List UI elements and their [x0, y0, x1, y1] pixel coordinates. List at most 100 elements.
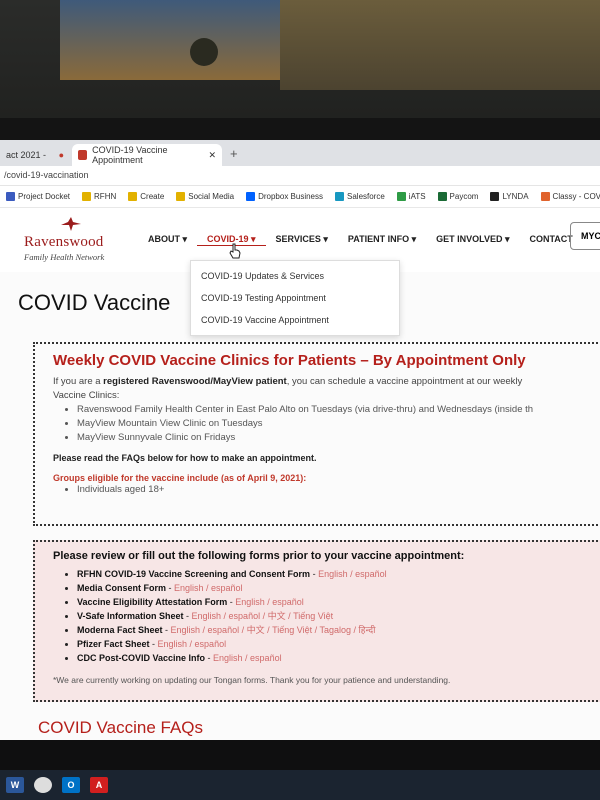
- faq-instruction: Please read the FAQs below for how to ma…: [53, 453, 317, 463]
- menu-item-updates-services[interactable]: COVID-19 Updates & Services: [191, 265, 399, 287]
- chrome-icon[interactable]: [34, 777, 52, 793]
- browser-tab-bar: act 2021 - ● COVID-19 Vaccine Appointmen…: [0, 140, 600, 166]
- monitor-bottom-bezel: [0, 740, 600, 770]
- address-bar[interactable]: /covid-19-vaccination: [0, 166, 600, 186]
- bookmarks-bar: Project Docket RFHN Create Social Media Drop…: [0, 186, 600, 208]
- tab-label: act 2021 -: [6, 150, 47, 160]
- bookmark-item[interactable]: Classy - COVID: [540, 192, 600, 201]
- bookmark-label: Dropbox Business: [258, 192, 323, 201]
- bookmark-label: Project Docket: [18, 192, 71, 201]
- covid-dropdown-menu: COVID-19 Updates & Services COVID-19 Tes…: [190, 260, 400, 336]
- bookmark-item[interactable]: Project Docket: [6, 192, 70, 201]
- new-tab-button[interactable]: +: [230, 146, 238, 161]
- form-name: CDC Post-COVID Vaccine Info: [77, 653, 206, 663]
- form-name: RFHN COVID-19 Vaccine Screening and Cons…: [77, 569, 311, 579]
- form-name: Vaccine Eligibility Attestation Form: [77, 597, 228, 607]
- form-item: V-Safe Information Sheet - English / esp…: [77, 609, 593, 623]
- logo-subtitle: Family Health Network: [24, 252, 105, 262]
- form-links[interactable]: English / español: [213, 653, 282, 663]
- intro-text: If you are a: [53, 376, 104, 387]
- forms-heading: Please review or fill out the following …: [53, 550, 465, 562]
- main-nav: ABOUT ▾ COVID-19 ▾ SERVICES ▾ PATIENT IN…: [138, 234, 583, 246]
- bookmark-label: Paycom: [449, 192, 479, 201]
- word-icon[interactable]: W: [6, 777, 24, 793]
- list-item: Ravenswood Family Health Center in East …: [77, 403, 593, 417]
- close-icon[interactable]: ✕: [208, 150, 216, 161]
- raven-logo-icon: [61, 217, 81, 231]
- bookmark-label: iATS: [408, 192, 426, 201]
- menu-item-vaccine-appointment[interactable]: COVID-19 Vaccine Appointment: [191, 309, 399, 331]
- monitor-screen: act 2021 - ● COVID-19 Vaccine Appointmen…: [0, 140, 600, 740]
- wall: [280, 0, 600, 90]
- faqs-heading: COVID Vaccine FAQs: [38, 718, 204, 737]
- nav-about[interactable]: ABOUT ▾: [138, 234, 197, 246]
- form-links[interactable]: English / español: [158, 639, 227, 649]
- eligibility-heading: Groups eligible for the vaccine include …: [53, 473, 307, 483]
- clinics-box: Weekly COVID Vaccine Clinics for Patient…: [33, 342, 600, 526]
- nav-patient-info[interactable]: PATIENT INFO ▾: [338, 234, 426, 246]
- acrobat-icon[interactable]: A: [90, 777, 108, 793]
- bookmark-label: Classy - COVID: [552, 192, 600, 201]
- windows-taskbar: W OA: [0, 770, 600, 800]
- clinics-intro: If you are a registered Ravenswood/MayVi…: [53, 375, 593, 389]
- bookmark-item[interactable]: Salesforce: [335, 192, 385, 201]
- form-name: V-Safe Information Sheet: [77, 611, 184, 621]
- site-favicon-icon: [78, 150, 88, 160]
- outlook-icon[interactable]: O: [62, 777, 80, 793]
- forms-list: RFHN COVID-19 Vaccine Screening and Cons…: [53, 567, 593, 665]
- bookmark-item[interactable]: Create: [128, 192, 164, 201]
- tab-label: COVID-19 Vaccine Appointment: [92, 145, 168, 165]
- bookmark-icon: [176, 192, 186, 201]
- bookmark-item[interactable]: Social Media: [176, 192, 234, 201]
- mychart-button[interactable]: MYC: [570, 222, 600, 250]
- tab-previous[interactable]: act 2021 - ●: [0, 144, 70, 166]
- bookmark-label: RFHN: [94, 192, 117, 201]
- form-name: Moderna Fact Sheet: [77, 625, 163, 635]
- close-icon[interactable]: ●: [59, 150, 64, 160]
- forms-box: Please review or fill out the following …: [33, 540, 600, 702]
- form-links[interactable]: English / español / 中文 / Tiếng Việt: [192, 611, 334, 621]
- bookmark-item[interactable]: LYNDA: [490, 192, 529, 201]
- intro-text-end: , you can schedule a vaccine appointment…: [286, 376, 523, 387]
- bookmark-icon: [490, 192, 500, 201]
- bookmark-icon: [246, 192, 256, 201]
- form-item: Media Consent Form - English / español: [77, 581, 593, 595]
- form-item: CDC Post-COVID Vaccine Info - English / …: [77, 651, 593, 665]
- clinic-list: Ravenswood Family Health Center in East …: [53, 403, 593, 445]
- bookmark-icon: [335, 192, 344, 201]
- hand-cursor-icon: [229, 243, 241, 259]
- form-links[interactable]: English / español: [174, 583, 243, 593]
- tab-covid-vaccine[interactable]: COVID-19 Vaccine Appointment ✕: [72, 144, 222, 166]
- wall-picture: [60, 0, 280, 80]
- bookmark-label: LYNDA: [502, 192, 529, 201]
- nav-services[interactable]: SERVICES ▾: [266, 234, 338, 246]
- form-name: Media Consent Form: [77, 583, 167, 593]
- bookmark-icon: [396, 192, 406, 201]
- form-item: Moderna Fact Sheet - English / español /…: [77, 623, 593, 637]
- bookmark-item[interactable]: iATS: [396, 192, 426, 201]
- ravenswood-logo[interactable]: Ravenswood Family Health Network: [24, 214, 124, 266]
- bookmark-icon: [6, 192, 15, 201]
- bookmark-label: Social Media: [188, 192, 235, 201]
- page-title: COVID Vaccine: [18, 290, 171, 315]
- bookmark-icon: [540, 192, 550, 201]
- list-item: MayView Mountain View Clinic on Tuesdays: [77, 417, 593, 431]
- menu-item-testing-appointment[interactable]: COVID-19 Testing Appointment: [191, 287, 399, 309]
- bookmark-label: Create: [140, 192, 165, 201]
- bookmark-item[interactable]: Dropbox Business: [246, 192, 323, 201]
- form-links[interactable]: English / español / 中文 / Tiếng Việt / Ta…: [171, 625, 376, 635]
- list-item: Individuals aged 18+: [77, 483, 593, 497]
- form-links[interactable]: English / español: [318, 569, 387, 579]
- bookmark-item[interactable]: RFHN: [82, 192, 116, 201]
- list-item: MayView Sunnyvale Clinic on Fridays: [77, 431, 593, 445]
- form-item: Pfizer Fact Sheet - English / español: [77, 637, 593, 651]
- bookmark-icon: [437, 192, 447, 201]
- bookmark-icon: [128, 192, 138, 201]
- nav-get-involved[interactable]: GET INVOLVED ▾: [426, 234, 519, 246]
- eligibility-list: Individuals aged 18+: [53, 483, 593, 497]
- bookmark-item[interactable]: Paycom: [437, 192, 479, 201]
- tongan-forms-note: *We are currently working on updating ou…: [53, 675, 451, 685]
- clinics-intro-line2: Vaccine Clinics:: [53, 390, 120, 401]
- form-links[interactable]: English / español: [235, 597, 304, 607]
- form-item: Vaccine Eligibility Attestation Form - E…: [77, 595, 593, 609]
